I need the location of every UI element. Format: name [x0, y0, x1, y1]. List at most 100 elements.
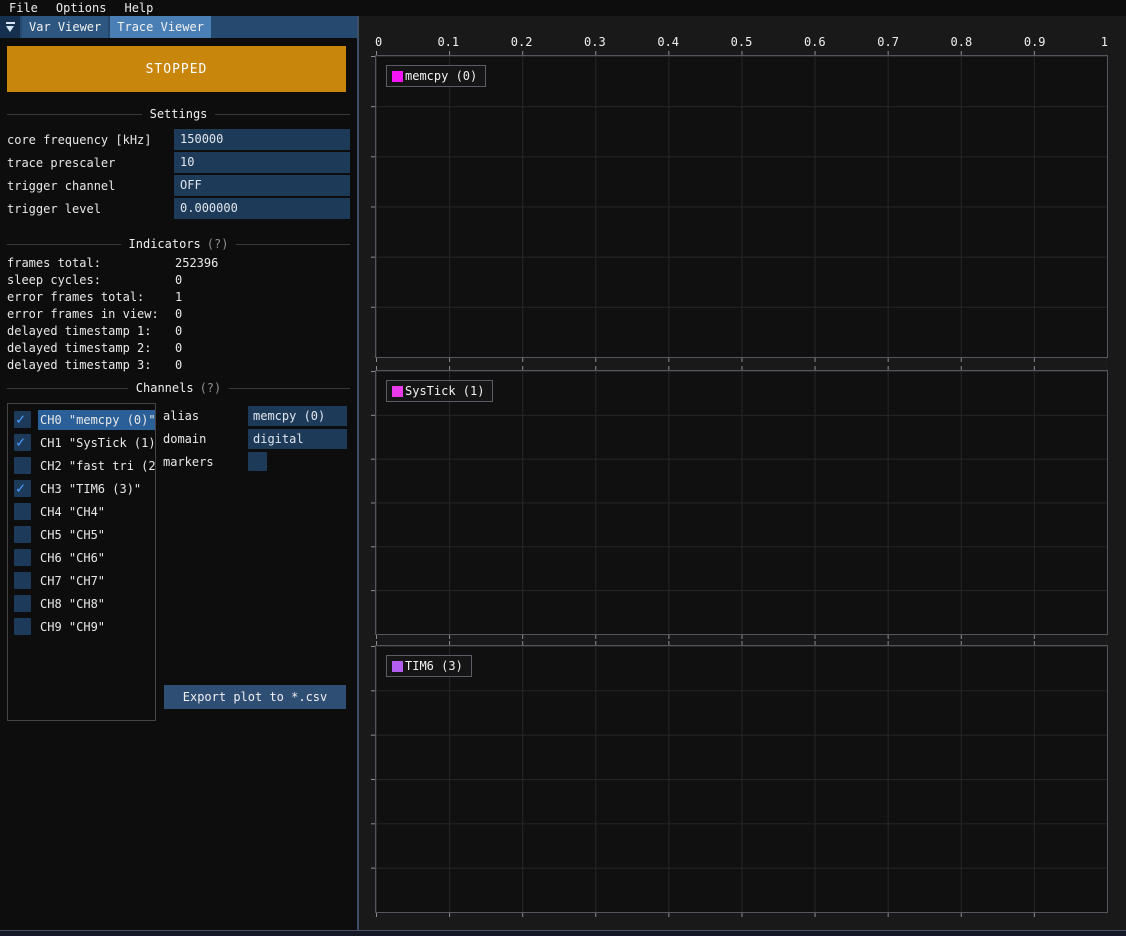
- alias-row: alias memcpy (0): [163, 404, 347, 427]
- channel-row-ch2[interactable]: CH2 "fast tri (2)": [8, 454, 155, 477]
- channel-row-ch6[interactable]: CH6 "CH6": [8, 546, 155, 569]
- channel-label: CH8 "CH8": [38, 594, 155, 614]
- x-axis-ticks-top: [376, 641, 1107, 645]
- app-window: File Options Help Var ViewerTrace Viewer S…: [0, 0, 1126, 936]
- indicator-row-error-frames-in-view: error frames in view:0: [7, 305, 350, 322]
- domain-row: domain digital: [163, 427, 347, 450]
- channel-row-ch3[interactable]: CH3 "TIM6 (3)": [8, 477, 155, 500]
- indicator-label: delayed timestamp 1:: [7, 324, 175, 338]
- channel-row-ch5[interactable]: CH5 "CH5": [8, 523, 155, 546]
- indicator-rows: frames total:252396sleep cycles:0 error f…: [7, 254, 350, 373]
- channel-label: CH6 "CH6": [38, 548, 155, 568]
- indicators-header: Indicators(?): [7, 237, 350, 251]
- plot-legend[interactable]: TIM6 (3): [386, 655, 472, 677]
- channel-checkbox-ch8[interactable]: [14, 595, 31, 612]
- channel-label: CH2 "fast tri (2)": [38, 456, 155, 476]
- setting-row-core-frequency-khz: core frequency [kHz]150000: [7, 128, 350, 151]
- channel-checkbox-ch7[interactable]: [14, 572, 31, 589]
- channel-checkbox-ch9[interactable]: [14, 618, 31, 635]
- channel-row-ch1[interactable]: CH1 "SysTick (1)": [8, 431, 155, 454]
- x-axis-ticks-top: [376, 366, 1107, 370]
- settings-header-label: Settings: [142, 107, 216, 121]
- channel-row-ch0[interactable]: CH0 "memcpy (0)": [8, 408, 155, 431]
- channel-checkbox-ch3[interactable]: [14, 480, 31, 497]
- tab-var-viewer[interactable]: Var Viewer: [22, 16, 108, 38]
- plot-legend[interactable]: memcpy (0): [386, 65, 486, 87]
- channel-checkbox-ch0[interactable]: [14, 411, 31, 428]
- x-tick-label-0.6: 0.6: [804, 35, 826, 49]
- main-area: Var ViewerTrace Viewer STOPPED Settings …: [0, 16, 1126, 930]
- indicator-value: 0: [175, 324, 182, 338]
- channel-label: CH7 "CH7": [38, 571, 155, 591]
- control-panel: STOPPED Settings core frequency [kHz]150…: [0, 38, 357, 930]
- channel-listbox[interactable]: CH0 "memcpy (0)"CH1 "SysTick (1)" CH2 "fa…: [7, 403, 156, 721]
- menu-file[interactable]: File: [9, 1, 38, 15]
- indicator-row-frames-total: frames total:252396: [7, 254, 350, 271]
- setting-label-trigger-level: trigger level: [7, 202, 174, 216]
- domain-label: domain: [163, 432, 248, 446]
- setting-label-trace-prescaler: trace prescaler: [7, 156, 174, 170]
- x-tick-label-0.7: 0.7: [877, 35, 899, 49]
- channel-label: CH1 "SysTick (1)": [38, 433, 155, 453]
- legend-color-swatch: [392, 661, 403, 672]
- acquisition-state-button[interactable]: STOPPED: [7, 46, 346, 92]
- x-tick-label-0.3: 0.3: [584, 35, 606, 49]
- domain-select[interactable]: digital: [248, 429, 347, 449]
- channels-body: CH0 "memcpy (0)"CH1 "SysTick (1)" CH2 "fa…: [7, 403, 350, 721]
- trigger-channel-input[interactable]: OFF: [174, 175, 350, 196]
- tabbar: Var ViewerTrace Viewer: [0, 16, 357, 38]
- x-axis-ticks-top: [376, 51, 1107, 55]
- x-tick-label-0.2: 0.2: [511, 35, 533, 49]
- channel-checkbox-ch2[interactable]: [14, 457, 31, 474]
- legend-label: TIM6 (3): [405, 659, 463, 673]
- indicator-value: 0: [175, 273, 182, 287]
- tab-list-popup-icon: [6, 22, 15, 24]
- y-axis-ticks: [371, 371, 375, 634]
- x-tick-label-0.9: 0.9: [1024, 35, 1046, 49]
- channels-help-icon[interactable]: (?): [200, 381, 222, 395]
- channel-checkbox-ch5[interactable]: [14, 526, 31, 543]
- export-csv-button[interactable]: Export plot to *.csv: [164, 685, 346, 709]
- markers-checkbox[interactable]: [248, 452, 267, 471]
- indicator-label: frames total:: [7, 256, 175, 270]
- indicator-label: error frames total:: [7, 290, 175, 304]
- plot-legend[interactable]: SysTick (1): [386, 380, 493, 402]
- settings-header: Settings: [7, 107, 350, 121]
- trigger-level-input[interactable]: 0.000000: [174, 198, 350, 219]
- x-tick-label-0: 0: [375, 35, 382, 49]
- channel-row-ch8[interactable]: CH8 "CH8": [8, 592, 155, 615]
- tab-list-popup-button[interactable]: [0, 16, 20, 38]
- channel-label: CH3 "TIM6 (3)": [38, 479, 155, 499]
- trace-prescaler-input[interactable]: 10: [174, 152, 350, 173]
- window-bottom-edge[interactable]: [0, 930, 1126, 936]
- tabs-container: Var ViewerTrace Viewer: [22, 16, 213, 38]
- trace-plot-window: 00.10.20.30.40.50.60.70.80.91 memcpy (0): [359, 16, 1126, 930]
- setting-label-trigger-channel: trigger channel: [7, 179, 174, 193]
- channel-properties: alias memcpy (0) domain digital markers: [163, 403, 347, 721]
- legend-label: memcpy (0): [405, 69, 477, 83]
- channel-row-ch9[interactable]: CH9 "CH9": [8, 615, 155, 638]
- setting-row-trigger-channel: trigger channelOFF: [7, 174, 350, 197]
- core-frequency-khz-input[interactable]: 150000: [174, 129, 350, 150]
- channel-checkbox-ch4[interactable]: [14, 503, 31, 520]
- settings-fields: core frequency [kHz]150000 trace prescale…: [7, 128, 350, 220]
- alias-input[interactable]: memcpy (0): [248, 406, 347, 426]
- indicator-value: 252396: [175, 256, 218, 270]
- markers-label: markers: [163, 455, 248, 469]
- tab-trace-viewer[interactable]: Trace Viewer: [110, 16, 211, 38]
- indicators-header-label: Indicators(?): [121, 237, 237, 251]
- menu-options[interactable]: Options: [56, 1, 107, 15]
- channel-row-ch7[interactable]: CH7 "CH7": [8, 569, 155, 592]
- channel-checkbox-ch6[interactable]: [14, 549, 31, 566]
- x-axis-ticks-bottom: [376, 358, 1107, 362]
- channel-checkbox-ch1[interactable]: [14, 434, 31, 451]
- indicators-help-icon[interactable]: (?): [207, 237, 229, 251]
- plot-panel-tim6[interactable]: TIM6 (3): [375, 645, 1108, 913]
- indicator-row-sleep-cycles: sleep cycles:0: [7, 271, 350, 288]
- plot-panel-memcpy[interactable]: memcpy (0): [375, 55, 1108, 358]
- menu-help[interactable]: Help: [124, 1, 153, 15]
- x-tick-label-1: 1: [1101, 35, 1108, 49]
- plot-grid: [376, 56, 1107, 357]
- plot-panel-systick[interactable]: SysTick (1): [375, 370, 1108, 635]
- channel-row-ch4[interactable]: CH4 "CH4": [8, 500, 155, 523]
